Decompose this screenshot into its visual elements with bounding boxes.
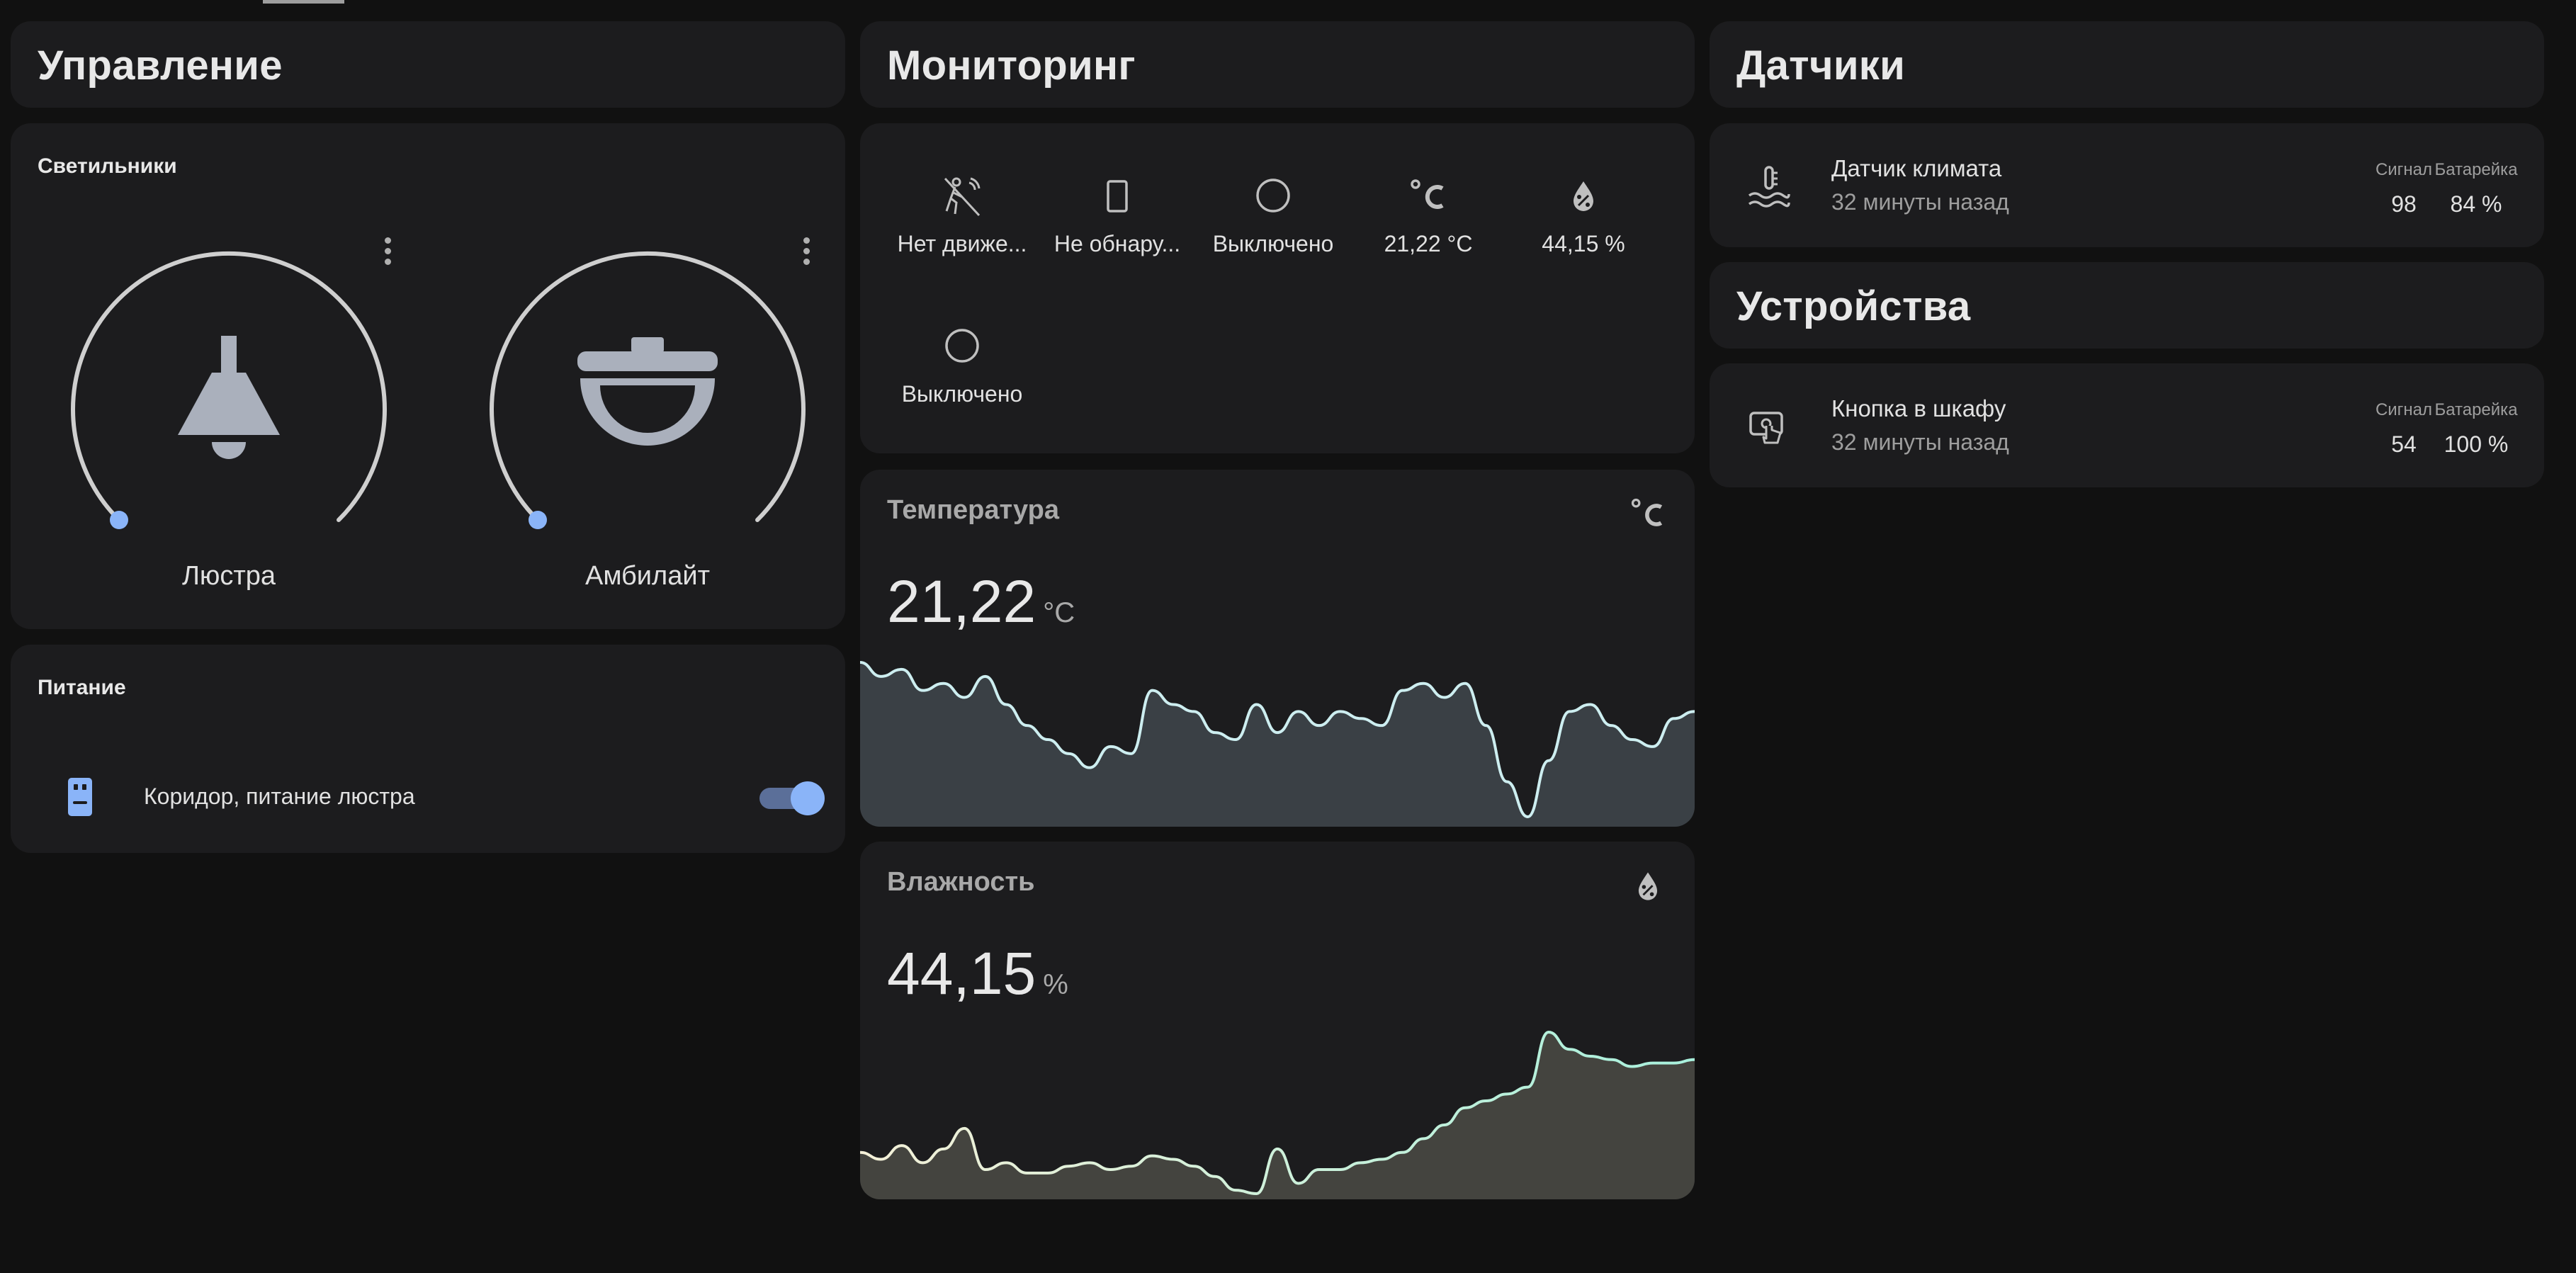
water-percent-icon [1638,872,1658,900]
monitor-temperature-label: 21,22 °C [1384,231,1473,256]
light-name-lustra: Люстра [181,561,276,591]
power-socket-icon [68,778,92,816]
monitoring-card: Нет движе... Не обнару... Выключено 21,2… [860,123,1695,453]
power-toggle-knob [791,781,825,815]
light-dial-lustra[interactable]: Люстра [66,244,392,591]
humidity-graph [860,1030,1695,1199]
temperature-unit: °C [1043,597,1075,628]
sensors-heading: Датчики [1736,42,1906,89]
hum-graph-area [860,1032,1695,1199]
lights-title: Светильники [38,154,177,178]
ceiling-lamp-icon [178,336,280,459]
sensor-row-climate[interactable]: Датчик климата 32 минуты назад Сигнал 98… [1710,123,2544,247]
ambilight-more-menu-icon[interactable] [796,230,817,272]
sensors-header-card: Датчики [1710,21,2544,108]
celsius-icon [1411,179,1444,209]
temperature-title: Температура [887,495,1060,525]
monitor-humidity[interactable]: 44,15 % [1513,176,1654,257]
control-heading: Управление [38,42,283,89]
monitoring-header-card: Мониторинг [860,21,1695,108]
humidity-card[interactable]: Влажность 44,15% [860,842,1695,1199]
monitor-motion[interactable]: Нет движе... [891,176,1033,257]
device-battery-label: Батарейка [2434,400,2518,419]
active-tab-indicator [263,0,344,4]
device-battery-value: 100 % [2444,431,2509,457]
light-name-ambilight: Амбилайт [585,561,710,591]
monitor-door[interactable]: Не обнару... [1046,176,1188,257]
circle-outline-icon [1256,179,1290,213]
water-percent-icon [1574,181,1593,211]
temp-graph-area [860,662,1695,827]
door-sensor-icon [1107,180,1128,213]
monitor-switch-1[interactable]: Выключено [1202,176,1344,257]
control-header-card: Управление [11,21,845,108]
humidity-value: 44,15% [887,939,1068,1008]
light-dial-ambilight[interactable]: Амбилайт [485,244,810,591]
monitor-switch-2-label: Выключено [901,381,1023,407]
humidity-title: Влажность [887,867,1035,897]
monitor-door-label: Не обнару... [1053,231,1181,256]
devices-header-card: Устройства [1710,262,2544,349]
sensor-battery-label: Батарейка [2434,160,2518,179]
power-item-label: Коридор, питание люстра [144,783,415,809]
monitoring-heading: Мониторинг [887,42,1136,89]
thermometer-water-icon [1748,166,1790,208]
device-row-button[interactable]: Кнопка в шкафу 32 минуты назад Сигнал 54… [1710,363,2544,487]
humidity-unit: % [1043,969,1068,1000]
lustra-more-menu-icon[interactable] [377,230,398,272]
humidity-number: 44,15 [887,940,1036,1007]
sensor-battery: Батарейка 84 % [2434,160,2519,217]
monitor-humidity-label: 44,15 % [1542,231,1625,256]
sensor-last-seen: 32 минуты назад [1831,189,2009,215]
monitor-switch-1-label: Выключено [1212,231,1334,256]
circle-outline-icon [945,329,979,363]
monitor-temperature[interactable]: 21,22 °C [1357,176,1499,257]
monitor-motion-label: Нет движе... [897,231,1027,256]
motion-sensor-off-icon [944,177,981,217]
ceiling-light-icon [577,337,718,446]
temperature-number: 21,22 [887,568,1036,635]
sensor-name: Датчик климата [1831,155,2002,181]
monitor-switch-2[interactable]: Выключено [891,326,1033,407]
temperature-card[interactable]: Температура 21,22 °C [860,470,1695,827]
power-title: Питание [38,676,126,699]
device-last-seen: 32 минуты назад [1831,429,2009,455]
temperature-graph [860,661,1695,827]
power-toggle[interactable] [759,779,825,816]
gesture-tap-button-icon [1749,412,1783,444]
lights-card: Светильники Люстра Амбилайт [11,123,845,629]
celsius-icon [1631,498,1663,526]
device-battery: Батарейка 100 % [2434,400,2519,458]
temperature-value: 21,22 °C [887,567,1075,636]
sensor-battery-value: 84 % [2450,191,2502,217]
devices-heading: Устройства [1736,283,1971,329]
device-name: Кнопка в шкафу [1831,395,2006,421]
power-card: Питание Коридор, питание люстра [11,645,845,853]
